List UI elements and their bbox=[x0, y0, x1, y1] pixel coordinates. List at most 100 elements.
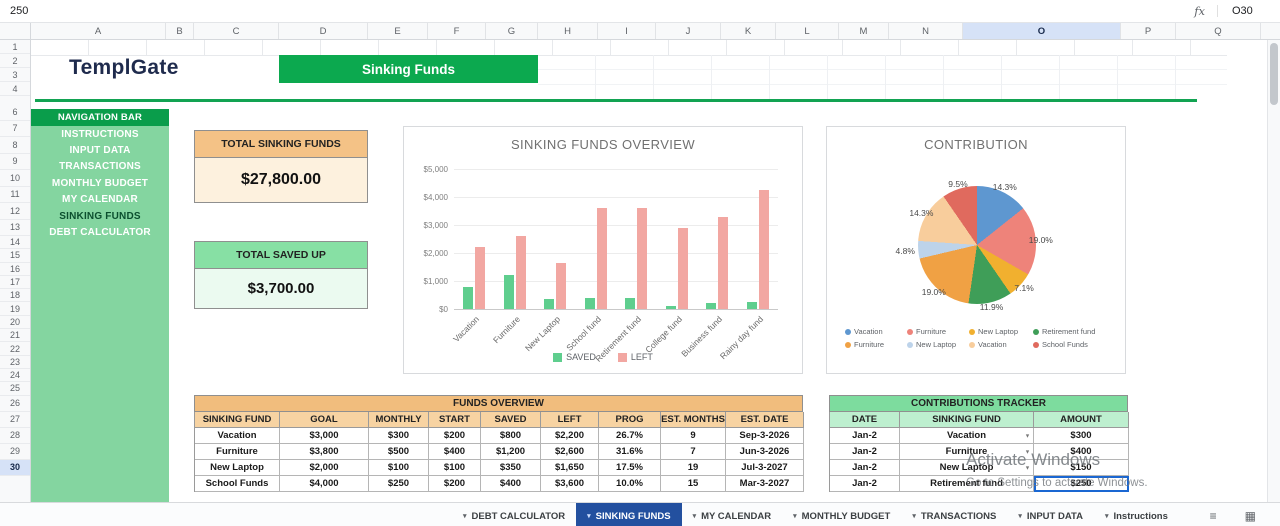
funds-cell[interactable]: School Funds bbox=[195, 476, 280, 492]
contrib-date-cell[interactable]: Jan-2 bbox=[830, 444, 900, 460]
row-header-27[interactable]: 27 bbox=[0, 412, 30, 428]
contrib-date-cell[interactable]: Jan-2 bbox=[830, 476, 900, 492]
funds-cell[interactable]: Vacation bbox=[195, 428, 280, 444]
funds-cell[interactable]: $2,600 bbox=[541, 444, 599, 460]
funds-cell[interactable]: $1,650 bbox=[541, 460, 599, 476]
row-header-11[interactable]: 11 bbox=[0, 187, 30, 203]
column-header-C[interactable]: C bbox=[194, 23, 279, 39]
contrib-amount-cell[interactable]: $400 bbox=[1034, 444, 1129, 460]
sheet-tab-monthly-budget[interactable]: ▾ MONTHLY BUDGET bbox=[782, 503, 901, 526]
row-header-8[interactable]: 8 bbox=[0, 137, 30, 154]
row-header-6[interactable]: 6 bbox=[0, 104, 30, 121]
funds-cell[interactable]: $500 bbox=[369, 444, 429, 460]
column-header-F[interactable]: F bbox=[428, 23, 486, 39]
sheet-tab-transactions[interactable]: ▾ TRANSACTIONS bbox=[901, 503, 1007, 526]
funds-cell[interactable]: $3,000 bbox=[280, 428, 369, 444]
funds-cell[interactable]: $250 bbox=[369, 476, 429, 492]
column-header-P[interactable]: P bbox=[1121, 23, 1176, 39]
row-header-18[interactable]: 18 bbox=[0, 289, 30, 303]
contrib-date-cell[interactable]: Jan-2 bbox=[830, 428, 900, 444]
row-header-21[interactable]: 21 bbox=[0, 329, 30, 343]
dropdown-arrow-icon[interactable]: ▾ bbox=[1026, 464, 1029, 471]
sidebar-item-my-calendar[interactable]: MY CALENDAR bbox=[31, 192, 169, 208]
row-header-15[interactable]: 15 bbox=[0, 249, 30, 263]
sidebar-item-sinking-funds[interactable]: SINKING FUNDS bbox=[31, 208, 169, 224]
funds-cell[interactable]: $350 bbox=[481, 460, 541, 476]
funds-cell[interactable]: $400 bbox=[481, 476, 541, 492]
row-header-26[interactable]: 26 bbox=[0, 396, 30, 412]
row-header-19[interactable]: 19 bbox=[0, 302, 30, 316]
column-header-J[interactable]: J bbox=[656, 23, 721, 39]
column-header-A[interactable]: A bbox=[31, 23, 166, 39]
total-saved-up-value[interactable]: $3,700.00 bbox=[194, 269, 368, 309]
funds-cell[interactable]: 7 bbox=[661, 444, 726, 460]
row-header-22[interactable]: 22 bbox=[0, 342, 30, 356]
row-header-13[interactable]: 13 bbox=[0, 220, 30, 236]
funds-cell[interactable]: $2,000 bbox=[280, 460, 369, 476]
dropdown-arrow-icon[interactable]: ▾ bbox=[1026, 432, 1029, 439]
tab-dropdown-icon[interactable]: ▾ bbox=[1018, 512, 1022, 520]
funds-cell[interactable]: 19 bbox=[661, 460, 726, 476]
row-header-23[interactable]: 23 bbox=[0, 356, 30, 369]
funds-cell[interactable]: $200 bbox=[429, 476, 481, 492]
sidebar-item-debt-calculator[interactable]: DEBT CALCULATOR bbox=[31, 224, 169, 240]
funds-cell[interactable]: $1,200 bbox=[481, 444, 541, 460]
row-header-25[interactable]: 25 bbox=[0, 382, 30, 396]
sidebar-item-instructions[interactable]: INSTRUCTIONS bbox=[31, 126, 169, 142]
contrib-date-cell[interactable]: Jan-2 bbox=[830, 460, 900, 476]
sheet-tab-input-data[interactable]: ▾ INPUT DATA bbox=[1007, 503, 1094, 526]
row-header-20[interactable]: 20 bbox=[0, 316, 30, 330]
fund-dropdown-cell[interactable]: Furniture ▾ bbox=[900, 444, 1034, 460]
column-header-B[interactable]: B bbox=[166, 23, 194, 39]
row-header-17[interactable]: 17 bbox=[0, 276, 30, 290]
dropdown-arrow-icon[interactable]: ▾ bbox=[1026, 448, 1029, 455]
funds-cell[interactable]: $3,800 bbox=[280, 444, 369, 460]
menu-icon[interactable]: ≡ bbox=[1210, 509, 1217, 523]
fund-dropdown-cell[interactable]: Vacation ▾ bbox=[900, 428, 1034, 444]
funds-cell[interactable]: Furniture bbox=[195, 444, 280, 460]
column-header-Q[interactable]: Q bbox=[1176, 23, 1261, 39]
column-header-O[interactable]: O bbox=[963, 23, 1121, 39]
funds-cell[interactable]: 10.0% bbox=[599, 476, 661, 492]
sheet-tab-sinking-funds[interactable]: ▾ SINKING FUNDS bbox=[576, 503, 682, 526]
column-header-N[interactable]: N bbox=[889, 23, 963, 39]
row-header-2[interactable]: 2 bbox=[0, 54, 30, 68]
funds-cell[interactable]: Sep-3-2026 bbox=[726, 428, 804, 444]
tab-dropdown-icon[interactable]: ▾ bbox=[912, 512, 916, 520]
fund-dropdown-cell[interactable]: Retirement fund bbox=[900, 476, 1034, 492]
sidebar-item-transactions[interactable]: TRANSACTIONS bbox=[31, 159, 169, 175]
row-header-24[interactable]: 24 bbox=[0, 369, 30, 383]
column-header-K[interactable]: K bbox=[721, 23, 776, 39]
vertical-scrollbar-thumb[interactable] bbox=[1270, 43, 1278, 105]
funds-cell[interactable]: Mar-3-2027 bbox=[726, 476, 804, 492]
funds-cell[interactable]: New Laptop bbox=[195, 460, 280, 476]
row-header-29[interactable]: 29 bbox=[0, 444, 30, 460]
funds-cell[interactable]: $3,600 bbox=[541, 476, 599, 492]
sheet-tab-instructions[interactable]: ▾ Instructions bbox=[1094, 503, 1179, 526]
contrib-amount-cell[interactable]: $300 bbox=[1034, 428, 1129, 444]
funds-cell[interactable]: $200 bbox=[429, 428, 481, 444]
funds-cell[interactable]: 31.6% bbox=[599, 444, 661, 460]
total-sinking-funds-value[interactable]: $27,800.00 bbox=[194, 158, 368, 203]
row-header-16[interactable]: 16 bbox=[0, 263, 30, 276]
sheet-tab-debt-calculator[interactable]: ▾ DEBT CALCULATOR bbox=[452, 503, 576, 526]
tab-dropdown-icon[interactable]: ▾ bbox=[463, 512, 467, 520]
column-header-M[interactable]: M bbox=[839, 23, 889, 39]
name-box[interactable]: O30 bbox=[1217, 5, 1266, 17]
grid-icon[interactable]: ▦ bbox=[1245, 509, 1256, 523]
funds-cell[interactable]: Jul-3-2027 bbox=[726, 460, 804, 476]
column-header-E[interactable]: E bbox=[368, 23, 428, 39]
funds-cell[interactable]: $100 bbox=[429, 460, 481, 476]
row-header-4[interactable]: 4 bbox=[0, 82, 30, 96]
funds-cell[interactable]: $100 bbox=[369, 460, 429, 476]
sidebar-item-monthly-budget[interactable]: MONTHLY BUDGET bbox=[31, 175, 169, 191]
row-header-1[interactable]: 1 bbox=[0, 40, 30, 54]
funds-cell[interactable]: 17.5% bbox=[599, 460, 661, 476]
column-header-H[interactable]: H bbox=[538, 23, 598, 39]
row-header-9[interactable]: 9 bbox=[0, 154, 30, 170]
row-header-12[interactable]: 12 bbox=[0, 203, 30, 220]
select-all-corner[interactable] bbox=[0, 23, 31, 39]
row-header-14[interactable]: 14 bbox=[0, 236, 30, 250]
funds-cell[interactable]: 15 bbox=[661, 476, 726, 492]
formula-bar-value[interactable]: 250 bbox=[0, 5, 1194, 17]
